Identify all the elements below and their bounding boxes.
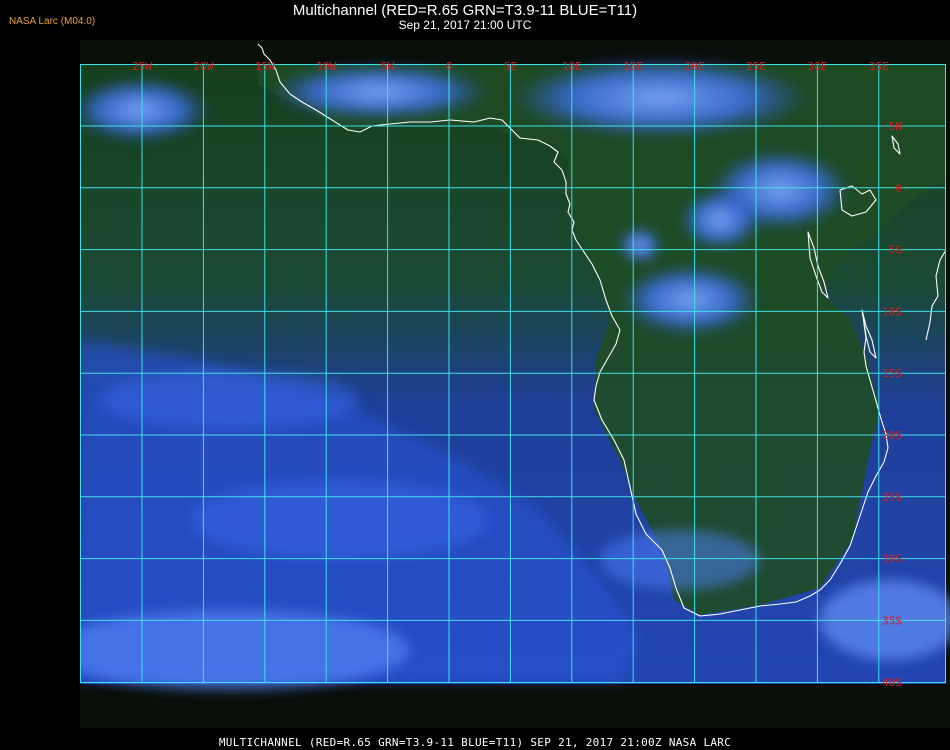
longitude-label: 35E [869,60,889,73]
longitude-label: 10E [562,60,582,73]
latitude-label: 20S [882,429,902,442]
latitude-label: 10S [882,305,902,318]
satellite-map-svg: 25W 20W 15W 10W 5W 0 5E 10E 15E 20E 25E 30E 35E 5N 0 5S… [80,43,950,690]
cloud-south-africa [600,530,760,590]
longitude-label: 0 [446,60,453,73]
longitude-label: 20E [685,60,705,73]
longitude-label: 25W [132,60,152,73]
latitude-label: 25S [882,491,902,504]
cloud-congo-3 [620,265,760,335]
footer-caption: MULTICHANNEL (RED=R.65 GRN=T3.9-11 BLUE=… [218,736,732,749]
latitude-label: 5N [889,120,902,133]
cloud-atlantic-1 [100,370,360,430]
longitude-label: 15E [623,60,643,73]
latitude-label: 30S [882,553,902,566]
latitude-label: 35S [882,614,902,627]
longitude-label: 25E [746,60,766,73]
latitude-label: 0 [895,182,902,195]
latitude-label: 5S [889,244,902,257]
image-timestamp: Sep 21, 2017 21:00 UTC [398,18,532,32]
longitude-label: 15W [255,60,275,73]
image-title: Multichannel (RED=R.65 GRN=T3.9-11 BLUE=… [292,2,638,19]
longitude-label: 5E [504,60,517,73]
brand-label: NASA Larc (M04.0) [9,16,96,27]
longitude-label: 5W [381,60,395,73]
longitude-label: 30E [807,60,827,73]
longitude-label: 10W [316,60,336,73]
latitude-label: 40S [882,676,902,689]
cloud-congo-2 [680,190,760,250]
satellite-map: 25W 20W 15W 10W 5W 0 5E 10E 15E 20E 25E 30E 35E 5N 0 5S… [80,40,950,728]
longitude-label: 20W [193,60,213,73]
cloud-congo-4 [618,227,662,263]
cloud-atlantic-2 [190,480,490,560]
latitude-label: 15S [882,367,902,380]
